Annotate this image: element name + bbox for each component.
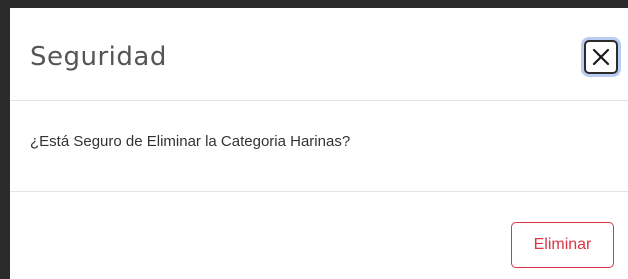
window-edge-top: [0, 0, 628, 8]
close-icon: [592, 48, 610, 66]
delete-button[interactable]: Eliminar: [511, 222, 614, 268]
modal-body: ¿Está Seguro de Eliminar la Categoria Ha…: [10, 101, 628, 192]
modal-header: Seguridad: [10, 8, 628, 101]
confirm-message: ¿Está Seguro de Eliminar la Categoria Ha…: [30, 133, 351, 150]
confirm-delete-modal: Seguridad ¿Está Seguro de Eliminar la Ca…: [10, 8, 628, 279]
window-edge-left: [0, 0, 10, 279]
close-button[interactable]: [584, 40, 618, 74]
modal-title: Seguridad: [30, 42, 167, 72]
modal-footer: Eliminar: [10, 192, 628, 279]
